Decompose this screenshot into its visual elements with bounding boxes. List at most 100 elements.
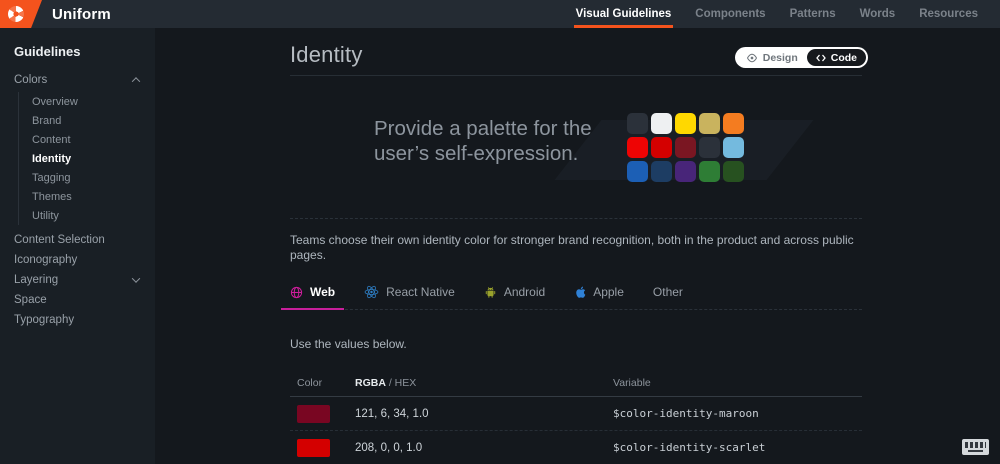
sidebar-item-iconography[interactable]: Iconography bbox=[14, 250, 155, 270]
sidebar-item-layering[interactable]: Layering bbox=[14, 270, 155, 290]
pinwheel-shield-icon bbox=[8, 6, 24, 22]
tab-web-label: Web bbox=[310, 285, 336, 299]
table-row: 208, 0, 0, 1.0 $color-identity-scarlet bbox=[290, 431, 862, 464]
top-header: Uniform Visual Guidelines Components Pat… bbox=[0, 0, 1000, 28]
code-icon bbox=[815, 54, 826, 61]
variable-name: $color-identity-maroon bbox=[613, 407, 759, 420]
nav-resources[interactable]: Resources bbox=[907, 0, 990, 28]
palette-swatch bbox=[651, 161, 672, 182]
code-toggle-label: Code bbox=[830, 51, 857, 64]
nav-words[interactable]: Words bbox=[848, 0, 908, 28]
tagline: Provide a palette for the user’s self-ex… bbox=[374, 116, 592, 166]
sidebar-colors-children: Overview Brand Content Identity Tagging … bbox=[18, 92, 155, 225]
palette-swatch bbox=[675, 113, 696, 134]
brand-logo-background bbox=[0, 0, 42, 28]
tagline-line2: user’s self-expression. bbox=[374, 142, 579, 165]
hero-divider bbox=[290, 218, 862, 219]
brand-name: Uniform bbox=[52, 5, 111, 23]
sidebar-heading: Guidelines bbox=[14, 44, 81, 59]
row-swatch-cell bbox=[290, 404, 355, 423]
sidebar-item-colors-label: Colors bbox=[14, 74, 48, 86]
tab-other-label: Other bbox=[652, 285, 683, 299]
globe-icon bbox=[290, 286, 303, 298]
table-header-variable: Variable bbox=[613, 377, 651, 389]
rgba-value: 208, 0, 0, 1.0 bbox=[355, 441, 423, 454]
identity-hero: Provide a palette for the user’s self-ex… bbox=[290, 76, 862, 218]
sidebar-item-space[interactable]: Space bbox=[14, 290, 155, 310]
sidebar-item-identity[interactable]: Identity bbox=[32, 149, 155, 168]
sidebar-item-space-label: Space bbox=[14, 294, 47, 306]
tab-apple-label: Apple bbox=[593, 285, 624, 299]
table-header-rgba-hex: RGBA / HEX bbox=[355, 377, 613, 389]
palette-swatch bbox=[627, 137, 648, 158]
sidebar-item-layering-label: Layering bbox=[14, 274, 59, 286]
platform-tabs: Web React Native Android Apple Other bbox=[280, 275, 862, 310]
tab-web[interactable]: Web bbox=[280, 275, 345, 310]
identity-palette bbox=[627, 113, 744, 182]
tagline-line1: Provide a palette for the bbox=[374, 117, 592, 140]
page-header: Identity Design Code bbox=[290, 28, 868, 76]
rgba-value: 121, 6, 34, 1.0 bbox=[355, 407, 429, 420]
palette-swatch bbox=[675, 137, 696, 158]
table-header-row: Color RGBA / HEX Variable bbox=[290, 377, 862, 397]
design-toggle-button[interactable]: Design bbox=[737, 49, 807, 66]
design-toggle-label: Design bbox=[762, 51, 798, 64]
design-code-toggle: Design Code bbox=[734, 47, 868, 68]
color-swatch-scarlet bbox=[297, 438, 330, 457]
nav-patterns[interactable]: Patterns bbox=[778, 0, 848, 28]
palette-swatch bbox=[651, 113, 672, 134]
tab-android-label: Android bbox=[503, 285, 546, 299]
color-values-table: Color RGBA / HEX Variable 121, 6, 34, 1.… bbox=[290, 377, 862, 464]
code-toggle-button[interactable]: Code bbox=[806, 49, 866, 66]
chevron-up-icon bbox=[131, 77, 141, 86]
react-icon bbox=[364, 285, 379, 299]
tab-apple[interactable]: Apple bbox=[574, 275, 624, 309]
sidebar-item-brand[interactable]: Brand bbox=[32, 111, 155, 130]
sidebar-item-typography-label: Typography bbox=[14, 314, 75, 326]
tab-other[interactable]: Other bbox=[653, 275, 683, 309]
palette-swatch bbox=[699, 161, 720, 182]
table-header-rgba: RGBA bbox=[355, 377, 386, 389]
chevron-down-icon bbox=[131, 274, 141, 283]
tab-react-native-label: React Native bbox=[386, 285, 455, 299]
palette-swatch bbox=[699, 137, 720, 158]
sidebar-item-content-selection-label: Content Selection bbox=[14, 234, 105, 246]
palette-swatch bbox=[723, 161, 744, 182]
android-icon bbox=[485, 286, 496, 298]
sidebar-item-colors[interactable]: Colors bbox=[14, 70, 155, 90]
sidebar-item-content[interactable]: Content bbox=[32, 130, 155, 149]
description-text: Teams choose their own identity color fo… bbox=[290, 233, 854, 262]
content-column: Identity Design Code Provide a palette f… bbox=[280, 28, 868, 464]
palette-swatch bbox=[651, 137, 672, 158]
keyboard-icon[interactable] bbox=[962, 439, 989, 455]
table-row: 121, 6, 34, 1.0 $color-identity-maroon bbox=[290, 397, 862, 431]
color-swatch-maroon bbox=[297, 404, 330, 423]
variable-name: $color-identity-scarlet bbox=[613, 441, 766, 454]
eye-icon bbox=[746, 53, 757, 62]
sidebar-item-themes[interactable]: Themes bbox=[32, 187, 155, 206]
palette-swatch bbox=[675, 161, 696, 182]
palette-swatch bbox=[699, 113, 720, 134]
primary-nav: Visual Guidelines Components Patterns Wo… bbox=[564, 0, 1000, 28]
sidebar-item-overview[interactable]: Overview bbox=[32, 92, 155, 111]
sidebar: Guidelines Colors Overview Brand Content… bbox=[0, 28, 155, 464]
palette-swatch bbox=[627, 113, 648, 134]
sidebar-item-tagging[interactable]: Tagging bbox=[32, 168, 155, 187]
sidebar-item-utility[interactable]: Utility bbox=[32, 206, 155, 225]
palette-swatch bbox=[627, 161, 648, 182]
brand-logo[interactable]: Uniform bbox=[0, 0, 111, 28]
palette-swatch bbox=[723, 113, 744, 134]
table-header-color: Color bbox=[297, 377, 323, 389]
tab-android[interactable]: Android bbox=[484, 275, 545, 309]
sidebar-item-iconography-label: Iconography bbox=[14, 254, 78, 266]
table-header-hex: / HEX bbox=[385, 377, 417, 389]
sidebar-item-content-selection[interactable]: Content Selection bbox=[14, 230, 155, 250]
sidebar-item-typography[interactable]: Typography bbox=[14, 310, 155, 330]
apple-icon bbox=[576, 286, 586, 298]
palette-swatch bbox=[723, 137, 744, 158]
nav-visual-guidelines[interactable]: Visual Guidelines bbox=[564, 0, 684, 28]
tab-react-native[interactable]: React Native bbox=[364, 275, 455, 309]
values-intro-text: Use the values below. bbox=[290, 337, 407, 351]
row-swatch-cell bbox=[290, 438, 355, 457]
nav-components[interactable]: Components bbox=[683, 0, 777, 28]
